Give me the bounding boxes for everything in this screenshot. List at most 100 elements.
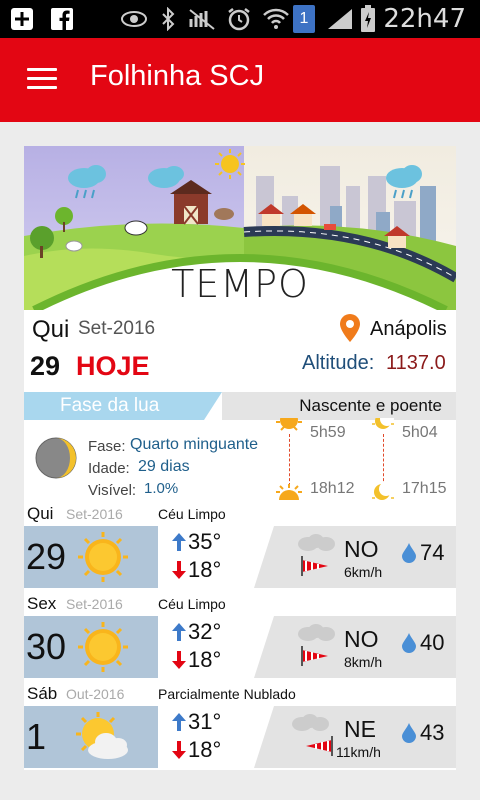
weather-card: TEMPO Qui Set-2016 Anápolis 29 HOJE Alti… [24,146,456,770]
temp-min: 18° [188,647,222,672]
rise-set-header: Nascente e poente [299,396,442,415]
wind-speed: 6km/h [344,564,383,580]
today-month-year: Set-2016 [78,318,156,339]
forecast-temps: 32° 18° [158,616,254,678]
humidity-value: 43 [420,720,445,745]
drop-icon [402,723,416,743]
forecast-row[interactable]: 30 32° 18° NO 8km/h 40 [24,616,456,678]
temp-min: 18° [188,557,222,582]
forecast-humidity: 74 [402,540,444,566]
alarm-icon [226,6,252,32]
sim-icon: 1 [293,5,315,33]
drop-icon [402,633,416,653]
wind-direction: NE [344,716,376,742]
wind-speed: 8km/h [344,654,383,670]
today-label: HOJE [76,351,150,381]
forecast-separator [254,706,274,768]
sunrise-time: 5h59 [310,424,346,441]
moonrise-time: 5h04 [402,424,438,441]
moonset-time: 17h15 [402,480,447,497]
wind-direction: NO [344,626,379,652]
forecast-row-header: Sex Set-2016 Céu Limpo [24,594,456,616]
city-name[interactable]: Anápolis [370,318,447,341]
forecast-humidity: 43 [402,720,444,746]
wind-speed: 11km/h [336,744,381,760]
battery-icon [360,5,376,32]
today-day-name: Qui [32,316,70,343]
status-bar: 1 22h47 [0,0,480,38]
altitude-label: Altitude: [302,352,375,374]
forecast-month: Set-2016 [66,596,123,612]
sunset-time: 18h12 [310,480,355,497]
app-title: Folhinha SCJ [90,60,265,92]
forecast-month: Out-2016 [66,686,125,702]
arrow-down-icon [172,741,186,759]
banner-title: TEMPO [171,262,309,306]
forecast-temps: 31° 18° [158,706,254,768]
moon-age-label: Idade: [88,460,130,477]
forecast-date: 1 [26,716,47,757]
forecast-date-cell: 1 [24,706,158,768]
temp-max: 31° [188,709,222,734]
forecast-day-name: Qui [27,504,54,523]
moon-phase-label: Fase: [88,438,126,455]
moon-visible-value: 1.0% [144,480,179,497]
forecast-date: 30 [26,626,67,667]
moon-phase-header-tab [204,392,222,420]
temp-max: 32° [188,619,222,644]
sun-icon [74,620,132,679]
app-bar: Folhinha SCJ [0,38,480,122]
moon-dash-line [383,434,384,486]
sun-icon [74,530,132,589]
signal-icon [326,6,354,32]
add-icon [10,6,34,32]
moon-visible-label: Visível: [88,482,137,499]
forecast-day-name: Sáb [27,684,58,703]
forecast-temps: 35° 18° [158,526,254,588]
forecast-separator [254,616,274,678]
forecast-month: Set-2016 [66,506,123,522]
bluetooth-icon [160,6,176,32]
sunset-icon [272,482,306,510]
mute-icon [188,6,216,32]
forecast-date-cell: 29 [24,526,158,588]
arrow-up-icon [172,713,186,731]
moon-phase-value: Quarto minguante [130,436,259,453]
forecast-separator [254,526,274,588]
menu-icon[interactable] [27,68,57,92]
humidity-value: 40 [420,630,445,655]
forecast-wind: NO 8km/h [274,616,394,678]
moonset-icon [370,480,396,505]
forecast-row-header: Sáb Out-2016 Parcialmente Nublado [24,684,456,706]
windsock-icon [298,534,335,576]
humidity-value: 74 [420,540,445,565]
forecast-condition: Céu Limpo [158,596,226,612]
altitude-value: 1137.0 [386,352,446,374]
arrow-down-icon [172,651,186,669]
arrow-up-icon [172,623,186,641]
forecast-condition: Céu Limpo [158,506,226,522]
forecast-date: 29 [26,536,67,577]
forecast-wind: NO 6km/h [274,526,394,588]
forecast-condition: Parcialmente Nublado [158,686,296,702]
sun-dash-line [289,434,290,486]
forecast-date-cell: 30 [24,616,158,678]
moon-phase-header: Fase da lua [60,395,160,416]
arrow-up-icon [172,533,186,551]
forecast-row[interactable]: 29 35° 18° NO 6km/h 74 [24,526,456,588]
partly-cloudy-icon [74,710,132,769]
moon-phase-icon [34,436,78,485]
forecast-wind: NE 11km/h [274,706,394,768]
temp-max: 35° [188,529,222,554]
arrow-down-icon [172,561,186,579]
moon-age-value: 29 dias [138,458,190,475]
today-day-number: 29 [30,351,61,381]
clock-time: 22h47 [383,4,466,34]
forecast-row[interactable]: 1 31° 18° NE 11km/h 43 [24,706,456,768]
eye-icon [120,6,148,32]
forecast-row-header: Qui Set-2016 Céu Limpo [24,504,456,526]
temp-min: 18° [188,737,222,762]
forecast-day-name: Sex [27,594,57,613]
wind-direction: NO [344,536,379,562]
forecast-humidity: 40 [402,630,444,656]
